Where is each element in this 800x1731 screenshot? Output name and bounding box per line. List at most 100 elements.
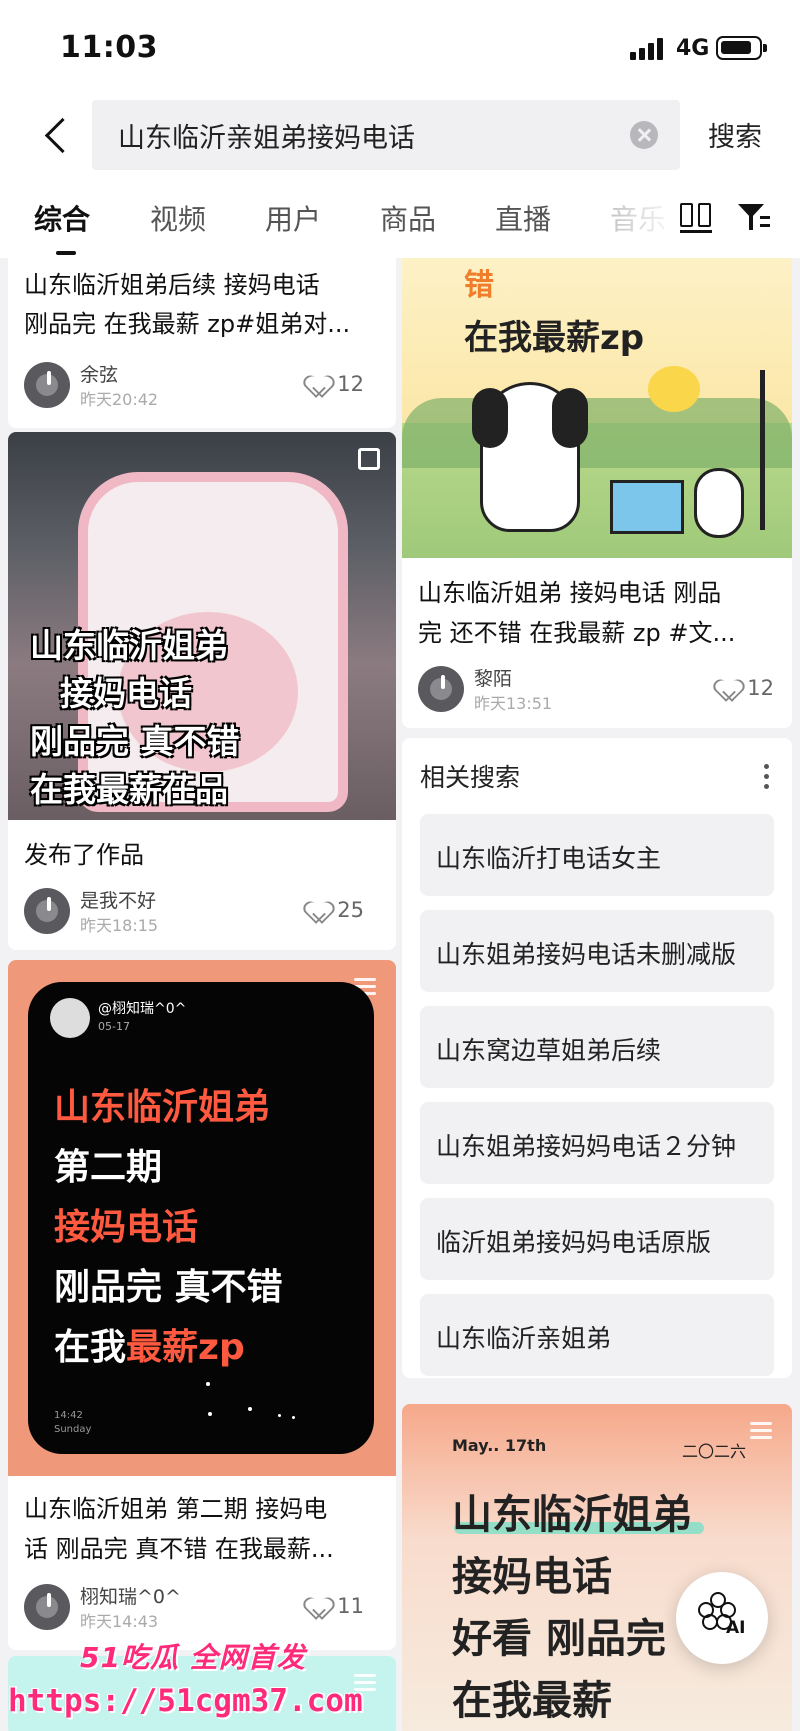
- like-count: 25: [337, 898, 364, 922]
- card-title-line: 山东临沂姐弟 接妈电话 刚品: [418, 579, 722, 607]
- post-time: 昨天20:42: [80, 390, 159, 409]
- status-bar: 11:03 4G: [0, 0, 800, 95]
- card-title-line: 山东临沂姐弟后续 接妈电话: [24, 271, 320, 299]
- related-item-label: 山东姐弟接妈妈电话２分钟: [436, 1132, 737, 1161]
- avatar: [50, 998, 90, 1038]
- dog-ear: [472, 388, 508, 448]
- status-time: 11:03: [60, 30, 158, 65]
- poster-clock: 14:42: [54, 1410, 83, 1421]
- dog-ear: [552, 388, 588, 448]
- clear-icon[interactable]: [630, 121, 658, 149]
- search-button[interactable]: 搜索: [708, 115, 762, 154]
- author-name: 是我不好: [80, 890, 157, 912]
- related-item[interactable]: 山东窝边草姐弟后续: [420, 1006, 774, 1088]
- search-bar: 搜索: [0, 95, 800, 180]
- sun-emoji-image: [648, 366, 700, 412]
- poster-user: @栩知瑞^0^: [98, 1001, 187, 1017]
- bear-image: [694, 468, 744, 538]
- search-box[interactable]: [92, 100, 680, 170]
- card-author[interactable]: 余弦 昨天20:42 12: [24, 362, 364, 409]
- poster-text: 山东临沂姐弟 第二期 接妈电话 刚品完 真不错 在我最薪zp: [54, 1078, 283, 1378]
- poster-date: 05-17: [98, 1020, 130, 1033]
- tab-products[interactable]: 商品: [380, 198, 436, 238]
- more-icon[interactable]: [764, 764, 770, 790]
- watermark-brand: 51吃瓜 全网首发: [80, 1641, 306, 1674]
- related-searches: 相关搜索 山东临沂打电话女主 山东姐弟接妈电话未删减版 山东窝边草姐弟后续 山东…: [402, 738, 792, 1378]
- overlay-line: 在莪最薪茌品: [30, 770, 228, 809]
- overlay-line: 接妈电话: [452, 1554, 612, 1600]
- tab-users[interactable]: 用户: [265, 198, 321, 238]
- lamp-post-image: [760, 370, 765, 530]
- avatar[interactable]: [24, 362, 70, 408]
- avatar[interactable]: [24, 888, 70, 934]
- battery-icon: [716, 36, 767, 60]
- like-count: 12: [337, 372, 364, 396]
- card-thumbnail[interactable]: @栩知瑞^0^ 05-17 山东临沂姐弟 第二期 接妈电话 刚品完 真不错 在我…: [8, 960, 396, 1476]
- related-item-label: 山东临沂打电话女主: [436, 844, 662, 873]
- author-name: 栩知瑞^0^: [80, 1586, 181, 1608]
- card-author[interactable]: 黎陌 昨天13:51 12: [418, 666, 774, 713]
- related-item[interactable]: 临沂姐弟接妈妈电话原版: [420, 1198, 774, 1280]
- related-title: 相关搜索: [420, 763, 521, 792]
- tree-image: [402, 398, 792, 468]
- avatar[interactable]: [24, 1584, 70, 1630]
- post-time: 昨天14:43: [80, 1612, 159, 1631]
- card-author[interactable]: 是我不好 昨天18:15 25: [24, 888, 364, 935]
- result-card[interactable]: 山东临沂姐弟后续 接妈电话 刚品完 在我最薪 zp#姐弟对... 余弦 昨天20…: [8, 258, 396, 428]
- ai-assistant-button[interactable]: AI: [676, 1572, 768, 1664]
- result-card[interactable]: 错 在我最薪zp 山东临沂姐弟 接妈电话 刚品 完 还不错 在我最薪 zp #文…: [402, 258, 792, 728]
- related-item-label: 山东窝边草姐弟后续: [436, 1036, 662, 1065]
- result-card[interactable]: May.. 17th 二〇二六 山东临沂姐弟 接妈电话 好看 刚品完 在我最薪: [402, 1404, 792, 1731]
- result-card[interactable]: @栩知瑞^0^ 05-17 山东临沂姐弟 第二期 接妈电话 刚品完 真不错 在我…: [8, 960, 396, 1650]
- related-item[interactable]: 山东姐弟接妈妈电话２分钟: [420, 1102, 774, 1184]
- poster-line: 刚品完 真不错: [54, 1267, 283, 1308]
- poster-line: 第二期: [54, 1147, 163, 1188]
- card-thumbnail[interactable]: 错 在我最薪zp: [402, 258, 792, 558]
- card-title-line: 山东临沂姐弟 第二期 接妈电: [24, 1495, 328, 1523]
- card-title-line: 发布了作品: [24, 841, 144, 869]
- menu-lines-icon: [750, 1422, 772, 1442]
- heart-icon[interactable]: [308, 902, 330, 922]
- like-count: 12: [747, 676, 774, 700]
- ai-label: AI: [726, 1618, 746, 1638]
- heart-icon[interactable]: [308, 1598, 330, 1618]
- filter-icon[interactable]: [738, 202, 772, 234]
- result-card[interactable]: 山东临沂姐弟 接妈电话 刚品完 真不错 在莪最薪茌品 发布了作品 是我不好 昨天…: [8, 432, 396, 950]
- overlay-line: 山东临沂姐弟: [30, 626, 228, 665]
- layout-toggle-icon[interactable]: [680, 203, 714, 233]
- related-item[interactable]: 山东临沂亲姐弟: [420, 1294, 774, 1376]
- tab-comprehensive[interactable]: 综合: [34, 198, 90, 238]
- card-author[interactable]: 栩知瑞^0^ 昨天14:43 11: [24, 1584, 364, 1631]
- heart-icon[interactable]: [308, 376, 330, 396]
- gift-box-image: [610, 480, 684, 534]
- overlay-line: 山东临沂姐弟: [452, 1492, 692, 1538]
- signal-icon: [630, 38, 666, 60]
- author-name: 黎陌: [474, 668, 513, 690]
- poster-line: 最薪zp: [126, 1327, 245, 1368]
- tab-underline: [56, 251, 76, 255]
- overlay-text: 山东临沂姐弟 接妈电话 刚品完 真不错 在莪最薪茌品: [30, 622, 240, 814]
- tab-video[interactable]: 视频: [150, 198, 206, 238]
- back-arrow-icon[interactable]: [36, 115, 80, 159]
- related-item-label: 山东临沂亲姐弟: [436, 1324, 612, 1353]
- tab-fade: [600, 180, 680, 258]
- avatar[interactable]: [418, 666, 464, 712]
- search-input[interactable]: [118, 114, 598, 156]
- overlay-line: 接妈电话: [60, 674, 192, 713]
- poster-year: 二〇二六: [682, 1442, 747, 1461]
- card-title-line: 完 还不错 在我最薪 zp #文...: [418, 619, 736, 647]
- related-item[interactable]: 山东临沂打电话女主: [420, 814, 774, 896]
- heart-icon[interactable]: [718, 680, 740, 700]
- poster-date: May.. 17th: [452, 1436, 547, 1455]
- like-count: 11: [337, 1594, 364, 1618]
- card-thumbnail[interactable]: 山东临沂姐弟 接妈电话 刚品完 真不错 在莪最薪茌品: [8, 432, 396, 820]
- overlay-line: 好看 刚品完: [452, 1616, 666, 1662]
- card-title-line: 刚品完 在我最薪 zp#姐弟对...: [24, 310, 351, 338]
- overlay-line: 在我最薪: [452, 1678, 612, 1724]
- poster-line: 在我: [54, 1327, 127, 1368]
- gallery-icon: [358, 448, 380, 470]
- poster-day: Sunday: [54, 1424, 92, 1435]
- related-item-label: 山东姐弟接妈电话未删减版: [436, 940, 737, 969]
- tab-live[interactable]: 直播: [495, 198, 551, 238]
- related-item[interactable]: 山东姐弟接妈电话未删减版: [420, 910, 774, 992]
